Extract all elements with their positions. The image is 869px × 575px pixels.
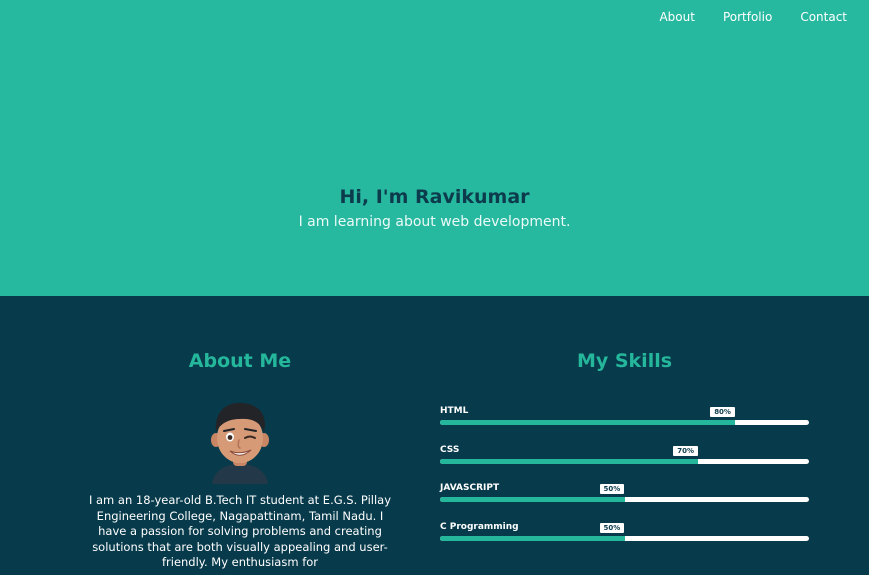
skill-progress-fill <box>440 420 736 425</box>
skill-name: C Programming <box>440 522 519 532</box>
skill-item-css: CSS 70% <box>440 445 809 479</box>
hero-title: Hi, I'm Ravikumar <box>339 186 530 208</box>
skill-progress-track <box>440 536 809 541</box>
skill-percent-badge: 50% <box>599 523 625 533</box>
skills-heading: My Skills <box>576 350 673 372</box>
avatar <box>211 402 269 484</box>
top-nav: About Portfolio Contact <box>659 10 847 24</box>
skill-name: JAVASCRIPT <box>440 483 500 493</box>
skill-percent-badge: 70% <box>673 446 699 456</box>
nav-link-about[interactable]: About <box>659 10 694 24</box>
content-section: About Me I am an 18-year-old B.Tech IT s… <box>0 296 869 575</box>
skill-name: CSS <box>440 445 460 455</box>
skill-progress-track <box>440 497 809 502</box>
skill-progress-fill <box>440 536 625 541</box>
about-heading: About Me <box>188 350 292 372</box>
skill-percent-badge: 50% <box>599 484 625 494</box>
hero-subtitle: I am learning about web development. <box>298 214 571 230</box>
skill-progress-track <box>440 459 809 464</box>
skill-progress-fill <box>440 459 699 464</box>
skill-item-c-programming: C Programming 50% <box>440 522 809 556</box>
about-text: I am an 18-year-old B.Tech IT student at… <box>88 493 392 570</box>
skill-name: HTML <box>440 406 469 416</box>
nav-link-contact[interactable]: Contact <box>800 10 847 24</box>
skill-progress-track <box>440 420 809 425</box>
hero-section: About Portfolio Contact Hi, I'm Ravikuma… <box>0 0 869 296</box>
skill-percent-badge: 80% <box>710 407 735 417</box>
skill-progress-fill <box>440 497 625 502</box>
nav-link-portfolio[interactable]: Portfolio <box>723 10 772 24</box>
skill-item-javascript: JAVASCRIPT 50% <box>440 483 809 517</box>
skill-item-html: HTML 80% <box>440 406 809 440</box>
